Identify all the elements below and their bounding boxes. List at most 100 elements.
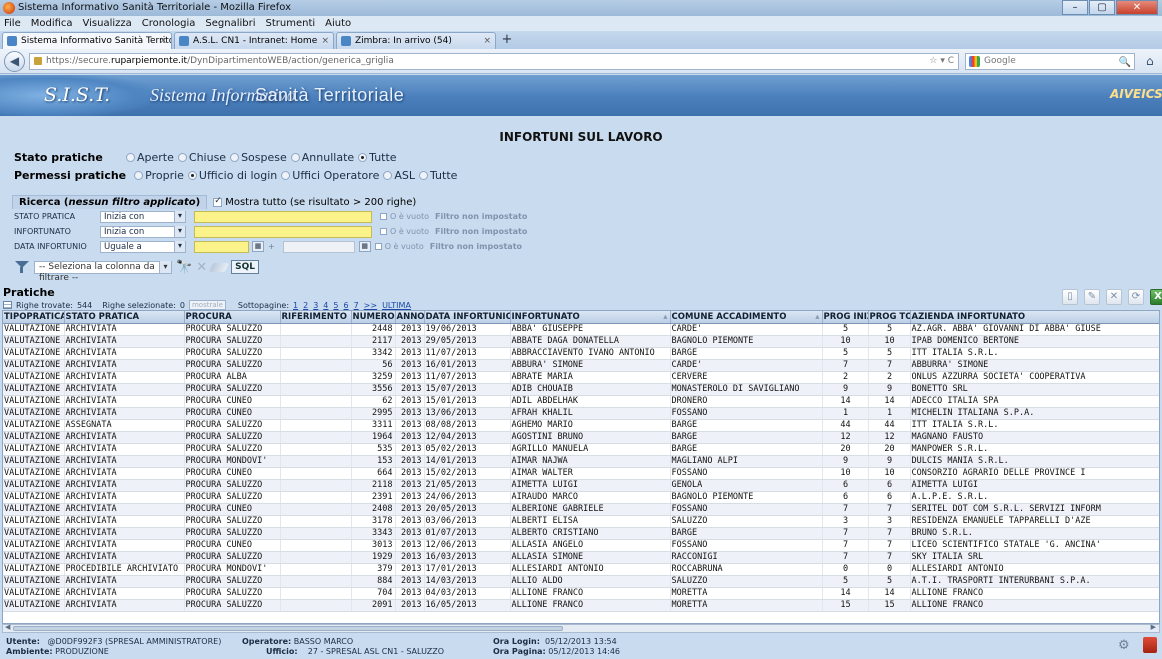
web-search-input[interactable]: Google 🔍 <box>965 53 1135 70</box>
bookmark-star-icon[interactable]: ☆ ▾ C <box>929 54 954 69</box>
table-row[interactable]: VALUTAZIONE ARCHIVIATA PROCURA CUNEO 3013 20… <box>3 539 1159 552</box>
excel-export-icon[interactable]: X <box>1150 289 1162 305</box>
column-header[interactable]: DATA INFORTUNIO <box>424 311 511 324</box>
scroll-thumb[interactable] <box>13 626 563 631</box>
subpage-link-last[interactable]: ULTIMA <box>382 301 411 310</box>
operator-select[interactable]: Uguale a <box>100 240 186 253</box>
subpage-link-6[interactable]: 6 <box>343 301 348 310</box>
radio-chiuse[interactable]: Chiuse <box>177 151 226 164</box>
table-row[interactable]: VALUTAZIONE PROCEDIBILE ARCHIVIATO PROCURA… <box>3 563 1159 576</box>
subpage-link-5[interactable]: 5 <box>333 301 338 310</box>
column-header[interactable]: PROG TOT <box>868 311 911 324</box>
tab-zimbra[interactable]: Zimbra: In arrivo (54) × <box>336 32 496 49</box>
column-filter-select[interactable]: -- Seleziona la colonna da filtrare -- <box>34 260 172 283</box>
empty-checkbox[interactable]: O è vuoto <box>380 212 429 221</box>
column-header[interactable]: AZIENDA INFORTUNATO <box>910 311 1159 324</box>
radio-asl[interactable]: ASL <box>383 169 415 182</box>
close-window-button[interactable]: ✕ <box>1116 0 1158 15</box>
subpage-link-2[interactable]: 2 <box>303 301 308 310</box>
menu-strumenti[interactable]: Strumenti <box>266 16 316 31</box>
table-row[interactable]: VALUTAZIONE ARCHIVIATA PROCURA SALUZZO 1964… <box>3 431 1159 444</box>
radio-tutte-permessi[interactable]: Tutte <box>418 169 457 182</box>
subpage-link-3[interactable]: 3 <box>313 301 318 310</box>
column-header[interactable]: RIFERIMENTO <box>280 311 352 324</box>
back-button[interactable]: ◀ <box>4 51 25 72</box>
subpage-link-7[interactable]: 7 <box>354 301 359 310</box>
menu-visualizza[interactable]: Visualizza <box>83 16 132 31</box>
date-from-input[interactable] <box>194 240 249 253</box>
column-header[interactable]: TIPOPRATICA <box>3 311 65 324</box>
table-row[interactable]: VALUTAZIONE ARCHIVIATA PROCURA SALUZZO 2117… <box>3 335 1159 348</box>
new-tab-button[interactable]: + <box>498 33 516 49</box>
column-header[interactable]: COMUNE ACCADIMENTO ▴ <box>670 311 823 324</box>
subpage-link-4[interactable]: 4 <box>323 301 328 310</box>
table-row[interactable]: VALUTAZIONE ARCHIVIATA PROCURA MONDOVI' 153… <box>3 455 1159 468</box>
table-row[interactable]: VALUTAZIONE ARCHIVIATA PROCURA SALUZZO 3343… <box>3 527 1159 540</box>
filter-value-input[interactable] <box>194 210 372 223</box>
show-all-checkbox[interactable]: Mostra tutto (se risultato > 200 righe) <box>213 196 416 208</box>
column-header[interactable]: ANNO <box>395 311 425 324</box>
refresh-icon[interactable]: ⟳ <box>1128 289 1144 305</box>
maximize-button[interactable]: ▢ <box>1089 0 1115 15</box>
subpage-link-1[interactable]: 1 <box>293 301 298 310</box>
table-row[interactable]: VALUTAZIONE ARCHIVIATA PROCURA SALUZZO 1929… <box>3 551 1159 564</box>
funnel-icon[interactable] <box>14 260 30 274</box>
table-row[interactable]: VALUTAZIONE ARCHIVIATA PROCURA CUNEO 2995 20… <box>3 407 1159 420</box>
tab-intranet[interactable]: A.S.L. CN1 - Intranet: Home × <box>174 32 334 49</box>
radio-uffici-operatore[interactable]: Uffici Operatore <box>281 169 379 182</box>
table-row[interactable]: VALUTAZIONE ARCHIVIATA PROCURA SALUZZO 3178… <box>3 515 1159 528</box>
table-row[interactable]: VALUTAZIONE ARCHIVIATA PROCURA SALUZZO 3342… <box>3 347 1159 360</box>
delete-document-icon[interactable]: ✕ <box>1106 289 1122 305</box>
search-icon[interactable]: 🔍 <box>1119 55 1131 70</box>
table-row[interactable]: VALUTAZIONE ARCHIVIATA PROCURA CUNEO 664 201… <box>3 467 1159 480</box>
table-row[interactable]: VALUTAZIONE ARCHIVIATA PROCURA SALUZZO 2118… <box>3 479 1159 492</box>
table-row[interactable]: VALUTAZIONE ARCHIVIATA PROCURA SALUZZO 2091… <box>3 599 1159 612</box>
menu-aiuto[interactable]: Aiuto <box>325 16 351 31</box>
tab-close-icon[interactable]: × <box>159 33 167 49</box>
home-icon[interactable]: ⌂ <box>1146 54 1154 68</box>
empty-checkbox[interactable]: O è vuoto <box>374 242 424 251</box>
exit-icon[interactable] <box>1143 637 1157 653</box>
column-header[interactable]: INFORTUNATO ▴ <box>510 311 671 324</box>
tab-close-icon[interactable]: × <box>483 33 491 49</box>
table-row[interactable]: VALUTAZIONE ARCHIVIATA PROCURA CUNEO 2408 20… <box>3 503 1159 516</box>
menu-segnalibri[interactable]: Segnalibri <box>205 16 255 31</box>
radio-sospese[interactable]: Sospese <box>230 151 287 164</box>
table-row[interactable]: VALUTAZIONE ARCHIVIATA PROCURA SALUZZO 884 2… <box>3 575 1159 588</box>
column-header[interactable]: PROCURA <box>184 311 281 324</box>
radio-annullate[interactable]: Annullate <box>290 151 354 164</box>
column-header[interactable]: PROG INIZ <box>822 311 869 324</box>
empty-checkbox[interactable]: O è vuoto <box>380 227 429 236</box>
calendar-icon[interactable]: ▦ <box>358 241 371 252</box>
horizontal-scrollbar[interactable]: ◀ ▶ <box>2 623 1160 633</box>
column-header[interactable]: NUMERO <box>351 311 396 324</box>
date-to-input[interactable] <box>282 240 355 253</box>
table-row[interactable]: VALUTAZIONE ASSEGNATA PROCURA SALUZZO 3311 2… <box>3 419 1159 432</box>
table-row[interactable]: VALUTAZIONE ARCHIVIATA PROCURA SALUZZO 3556… <box>3 383 1159 396</box>
table-row[interactable]: VALUTAZIONE ARCHIVIATA PROCURA CUNEO 62 2013… <box>3 395 1159 408</box>
radio-aperte[interactable]: Aperte <box>126 151 174 164</box>
url-bar[interactable]: https://secure.ruparpiemonte.it/DynDipar… <box>29 53 959 70</box>
menu-modifica[interactable]: Modifica <box>31 16 73 31</box>
table-row[interactable]: VALUTAZIONE ARCHIVIATA PROCURA ALBA 3259 201… <box>3 371 1159 384</box>
subpage-link-next[interactable]: >> <box>364 301 377 310</box>
tab-close-icon[interactable]: × <box>321 33 329 49</box>
minimize-button[interactable]: – <box>1062 0 1088 15</box>
table-row[interactable]: VALUTAZIONE ARCHIVIATA PROCURA SALUZZO 704 2… <box>3 587 1159 600</box>
operator-select[interactable]: Inizia con <box>100 210 186 223</box>
filter-value-input[interactable] <box>194 225 372 238</box>
table-row[interactable]: VALUTAZIONE ARCHIVIATA PROCURA SALUZZO 535 2… <box>3 443 1159 456</box>
table-row[interactable]: VALUTAZIONE ARCHIVIATA PROCURA SALUZZO 2391… <box>3 491 1159 504</box>
tab-sist[interactable]: Sistema Informativo Sanità Territoriale … <box>2 32 172 49</box>
table-row[interactable]: VALUTAZIONE ARCHIVIATA PROCURA SALUZZO 56 20… <box>3 359 1159 372</box>
new-document-icon[interactable]: ▯ <box>1062 289 1078 305</box>
menu-cronologia[interactable]: Cronologia <box>142 16 196 31</box>
edit-document-icon[interactable]: ✎ <box>1084 289 1100 305</box>
table-row[interactable]: VALUTAZIONE ARCHIVIATA PROCURA SALUZZO 2448… <box>3 323 1159 336</box>
tools-icon[interactable]: ⚙ <box>1118 638 1130 653</box>
menu-file[interactable]: File <box>4 16 21 31</box>
column-header[interactable]: STATO PRATICA <box>64 311 185 324</box>
show-selected-button[interactable]: mostrale <box>188 300 226 310</box>
eraser-icon[interactable] <box>208 262 230 272</box>
scroll-right-icon[interactable]: ▶ <box>1151 623 1156 631</box>
